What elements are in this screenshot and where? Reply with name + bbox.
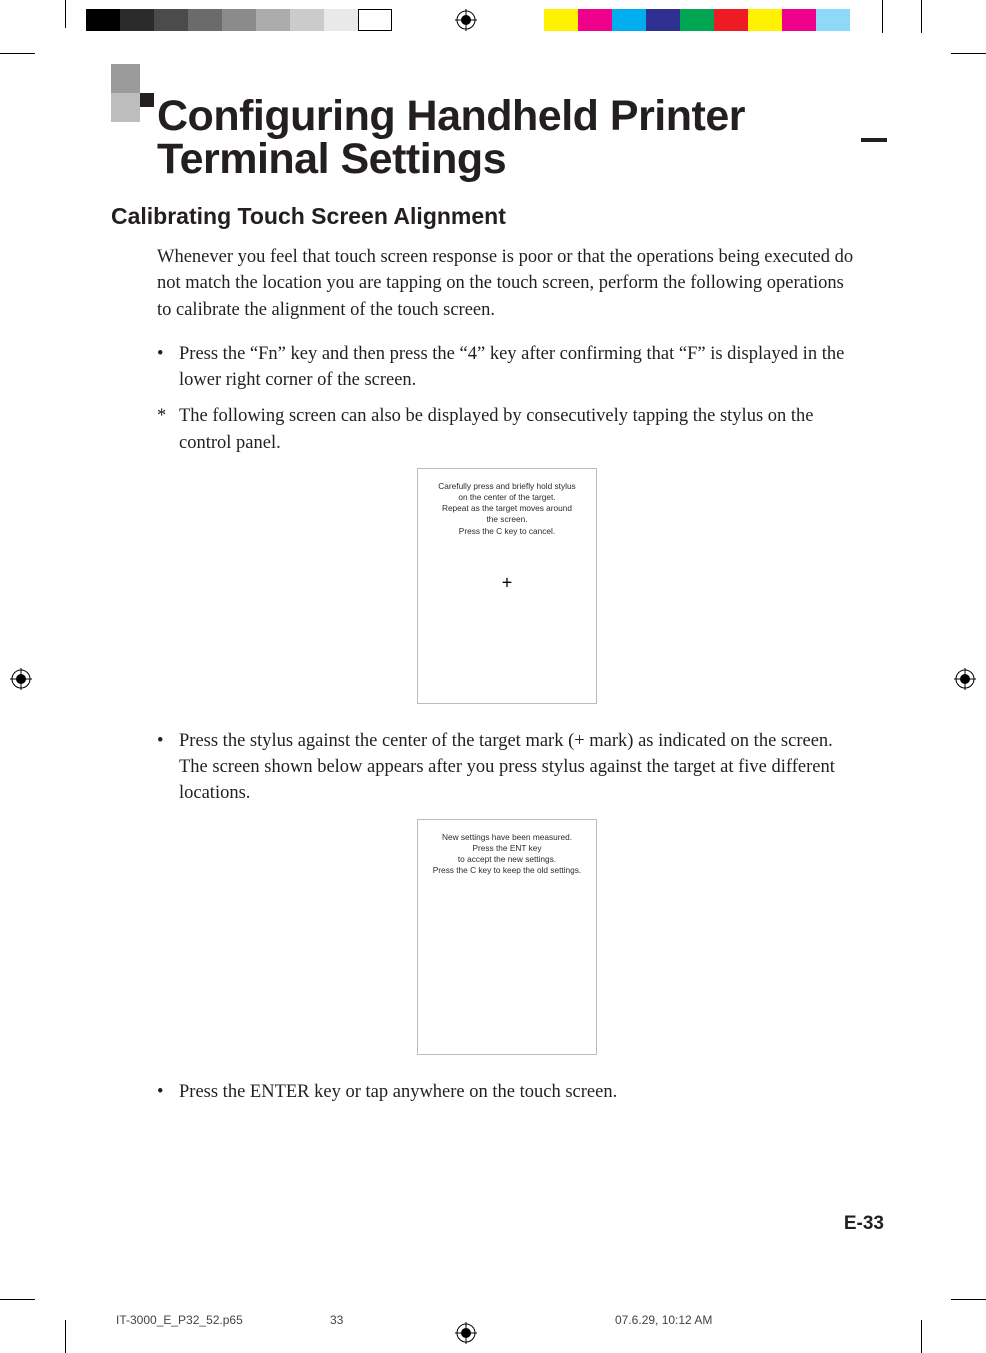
- footer-page: 33: [330, 1313, 343, 1327]
- crop-rule: [921, 1320, 922, 1353]
- title-rule: [861, 138, 887, 142]
- screen-text: on the center of the target.: [418, 492, 596, 503]
- crop-rule: [951, 1299, 986, 1300]
- calibration-target-icon: +: [502, 572, 513, 593]
- registration-mark-icon: [10, 668, 32, 690]
- footer-filename: IT-3000_E_P32_52.p65: [116, 1313, 243, 1327]
- list-item-text: Press the ENTER key or tap anywhere on t…: [179, 1082, 617, 1102]
- asterisk-icon: *: [157, 403, 166, 429]
- bullet-icon: •: [157, 728, 163, 754]
- bullet-icon: •: [157, 1079, 163, 1105]
- screen-text: to accept the new settings.: [418, 854, 596, 865]
- crop-rule: [65, 0, 66, 28]
- screen-text: Repeat as the target moves around: [418, 503, 596, 514]
- crop-rule: [0, 1299, 35, 1300]
- registration-mark-icon: [954, 668, 976, 690]
- crop-rule: [921, 0, 922, 33]
- crop-rule: [882, 0, 883, 33]
- page-title: Configuring Handheld Printer Terminal Se…: [157, 95, 886, 181]
- list-item: * The following screen can also be displ…: [157, 403, 857, 456]
- device-screen-2: New settings have been measured. Press t…: [417, 819, 597, 1055]
- list-item-text: Press the “Fn” key and then press the “4…: [179, 344, 844, 390]
- registration-mark-icon: [455, 9, 477, 31]
- list-item-text: Press the stylus against the center of t…: [179, 731, 835, 804]
- intro-paragraph: Whenever you feel that touch screen resp…: [157, 244, 857, 323]
- device-screen-1: Carefully press and briefly hold stylus …: [417, 468, 597, 704]
- list-item: • Press the ENTER key or tap anywhere on…: [157, 1079, 857, 1105]
- list-item-text: The following screen can also be display…: [179, 406, 814, 452]
- screen-text: Press the C key to keep the old settings…: [418, 865, 596, 876]
- crop-rule: [0, 53, 35, 54]
- list-item: • Press the stylus against the center of…: [157, 728, 857, 807]
- page-number: E-33: [844, 1213, 884, 1235]
- registration-mark-icon: [455, 1322, 477, 1344]
- screen-text: Press the C key to cancel.: [418, 526, 596, 537]
- bullet-icon: •: [157, 341, 163, 367]
- title-ornament: [111, 64, 886, 93]
- screen-text: the screen.: [418, 514, 596, 525]
- screen-text: Carefully press and briefly hold stylus: [418, 481, 596, 492]
- crop-rule: [65, 1320, 66, 1353]
- crop-rule: [951, 53, 986, 54]
- screen-text: Press the ENT key: [418, 843, 596, 854]
- section-heading: Calibrating Touch Screen Alignment: [111, 203, 886, 230]
- footer-date: 07.6.29, 10:12 AM: [615, 1313, 712, 1327]
- list-item: • Press the “Fn” key and then press the …: [157, 341, 857, 394]
- screen-text: New settings have been measured.: [418, 832, 596, 843]
